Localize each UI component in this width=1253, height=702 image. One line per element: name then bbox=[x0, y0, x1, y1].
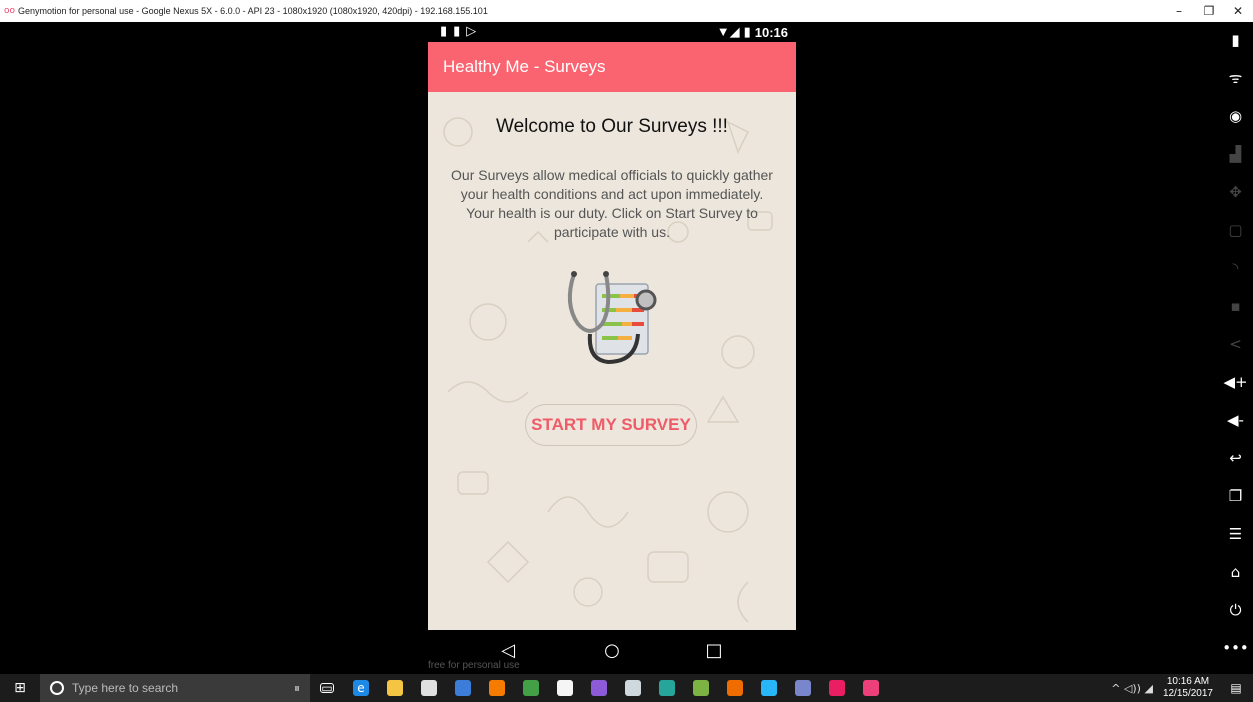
more-icon[interactable]: ••• bbox=[1218, 634, 1253, 662]
status-time: 10:16 bbox=[754, 24, 788, 40]
network-icon[interactable] bbox=[786, 674, 820, 702]
task-view-icon[interactable]: ▭ bbox=[310, 674, 344, 702]
taskbar-apps: ▭ e bbox=[310, 674, 888, 702]
close-button[interactable]: ✕ bbox=[1223, 0, 1253, 22]
gps-icon[interactable]: ᯤ bbox=[1218, 64, 1253, 92]
pycharm-icon[interactable] bbox=[684, 674, 718, 702]
restore-button[interactable]: ❐ bbox=[1194, 0, 1224, 22]
genymotion-toolbar: ▮ ᯤ ◉ ▟ ✥ ▢ ◝ ▪ < ◀+ ◀- ↩ ❐ ☰ ⌂ ⏻ ••• bbox=[1218, 22, 1253, 672]
id-icon[interactable]: ▢ bbox=[1218, 216, 1253, 244]
dpad-icon[interactable]: ✥ bbox=[1218, 178, 1253, 206]
windows-taskbar: ⊞ Type here to search ⏸ ▭ e ^ ◁)) ◢ 10:16… bbox=[0, 674, 1253, 702]
genymotion-icon[interactable] bbox=[820, 674, 854, 702]
battery-icon[interactable]: ▮ bbox=[1218, 26, 1253, 54]
nav-home-button[interactable]: ○ bbox=[598, 638, 626, 662]
genymotion-active-icon[interactable] bbox=[854, 674, 888, 702]
sms-icon[interactable]: ▪ bbox=[1218, 292, 1253, 320]
mail-icon[interactable] bbox=[412, 674, 446, 702]
genymotion-icon-glyph bbox=[829, 680, 845, 696]
cortana-icon bbox=[50, 681, 64, 695]
app-orange-icon-glyph bbox=[727, 680, 743, 696]
personal-use-watermark: free for personal use bbox=[428, 660, 520, 671]
app-cube-icon[interactable] bbox=[446, 674, 480, 702]
notification-icons: ▮▮▷ bbox=[440, 24, 483, 39]
visual-studio-icon-glyph bbox=[591, 680, 607, 696]
welcome-heading: Welcome to Our Surveys !!! bbox=[496, 116, 728, 137]
microphone-icon[interactable]: ⏸ bbox=[294, 681, 300, 696]
store-icon[interactable] bbox=[548, 674, 582, 702]
app-orange-icon[interactable] bbox=[718, 674, 752, 702]
app-bar: Healthy Me - Surveys bbox=[428, 42, 796, 92]
phone-screen: ▮▮▷ ▼◢ ▮ 10:16 Healthy Me - Surveys Welc… bbox=[428, 22, 796, 672]
share-icon[interactable]: < bbox=[1218, 330, 1253, 358]
signal-icon: ▼◢ bbox=[716, 24, 740, 39]
firefox-icon-glyph bbox=[489, 680, 505, 696]
file-explorer-icon-glyph bbox=[387, 680, 403, 696]
action-center-icon[interactable]: ▤ bbox=[1225, 678, 1247, 698]
menu-icon[interactable]: ☰ bbox=[1218, 520, 1253, 548]
file-explorer-icon[interactable] bbox=[378, 674, 412, 702]
firefox-icon[interactable] bbox=[480, 674, 514, 702]
survey-welcome-screen: Welcome to Our Surveys !!! Our Surveys a… bbox=[428, 92, 796, 630]
survey-description: Our Surveys allow medical officials to q… bbox=[451, 167, 773, 240]
app-title: Healthy Me - Surveys bbox=[443, 57, 606, 76]
rss-icon[interactable]: ◝ bbox=[1218, 254, 1253, 282]
window-title-bar[interactable]: oo Genymotion for personal use - Google … bbox=[0, 0, 1253, 22]
android-studio-icon[interactable] bbox=[514, 674, 548, 702]
genymotion-logo-icon: oo bbox=[4, 6, 16, 16]
app-window-icon-glyph bbox=[659, 680, 675, 696]
app-window-icon[interactable] bbox=[650, 674, 684, 702]
window-title: Genymotion for personal use - Google Nex… bbox=[18, 6, 488, 16]
back-icon[interactable]: ↩ bbox=[1218, 444, 1253, 472]
start-survey-button[interactable]: START MY SURVEY bbox=[525, 404, 697, 446]
power-icon[interactable]: ⏻ bbox=[1218, 596, 1253, 624]
visual-studio-icon[interactable] bbox=[582, 674, 616, 702]
skype-icon[interactable] bbox=[752, 674, 786, 702]
android-status-bar: ▮▮▷ ▼◢ ▮ 10:16 bbox=[428, 22, 796, 42]
app-disk-icon[interactable] bbox=[616, 674, 650, 702]
store-icon-glyph bbox=[557, 680, 573, 696]
stethoscope-clipboard-icon bbox=[567, 271, 657, 365]
edge-icon[interactable]: e bbox=[344, 674, 378, 702]
system-tray: ^ ◁)) ◢ 10:16 AM 12/15/2017 ▤ bbox=[1111, 674, 1253, 702]
home-icon[interactable]: ⌂ bbox=[1218, 558, 1253, 586]
volume-down-icon[interactable]: ◀- bbox=[1218, 406, 1253, 434]
edge-icon-glyph: e bbox=[353, 680, 369, 696]
genymotion-active-icon-glyph bbox=[863, 680, 879, 696]
recent-apps-icon[interactable]: ❐ bbox=[1218, 482, 1253, 510]
screencast-icon[interactable]: ▟ bbox=[1218, 140, 1253, 168]
search-placeholder: Type here to search bbox=[72, 681, 179, 695]
windows-start-button[interactable]: ⊞ bbox=[0, 674, 40, 702]
network-icon-glyph bbox=[795, 680, 811, 696]
clock-time: 10:16 AM bbox=[1166, 676, 1210, 687]
app-disk-icon-glyph bbox=[625, 680, 641, 696]
task-view-icon-glyph: ▭ bbox=[320, 681, 334, 695]
skype-icon-glyph bbox=[761, 680, 777, 696]
taskbar-clock[interactable]: 10:16 AM 12/15/2017 bbox=[1163, 676, 1213, 700]
minimize-button[interactable]: – bbox=[1164, 0, 1194, 22]
pycharm-icon-glyph bbox=[693, 680, 709, 696]
volume-up-icon[interactable]: ◀+ bbox=[1218, 368, 1253, 396]
app-cube-icon-glyph bbox=[455, 680, 471, 696]
battery-icon: ▮ bbox=[743, 24, 751, 39]
webcam-icon[interactable]: ◉ bbox=[1218, 102, 1253, 130]
taskbar-search-box[interactable]: Type here to search ⏸ bbox=[40, 674, 310, 702]
mail-icon-glyph bbox=[421, 680, 437, 696]
tray-icons[interactable]: ^ ◁)) ◢ bbox=[1111, 682, 1153, 695]
clock-date: 12/15/2017 bbox=[1162, 688, 1213, 699]
nav-recents-button[interactable]: □ bbox=[700, 638, 728, 662]
nav-back-button[interactable]: ◁ bbox=[494, 638, 522, 662]
android-studio-icon-glyph bbox=[523, 680, 539, 696]
